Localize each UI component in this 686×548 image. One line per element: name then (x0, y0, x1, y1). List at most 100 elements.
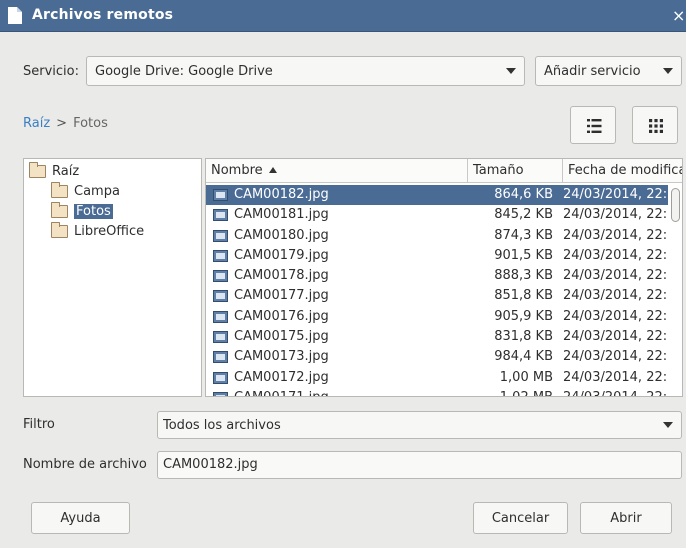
file-date: 24/03/2014, 22: (563, 207, 668, 223)
file-size: 851,8 KB (494, 288, 553, 304)
table-row[interactable]: CAM00177.jpg 851,8 KB 24/03/2014, 22: (206, 286, 668, 306)
service-combo[interactable]: Google Drive: Google Drive (86, 56, 525, 86)
close-icon[interactable]: × (672, 6, 686, 25)
file-name: CAM00177.jpg (234, 288, 329, 304)
add-service-button[interactable]: Añadir servicio (535, 56, 682, 86)
file-size: 845,2 KB (494, 207, 553, 223)
file-name: CAM00175.jpg (234, 329, 329, 345)
scrollbar-thumb[interactable] (671, 188, 680, 222)
file-size: 864,6 KB (494, 187, 553, 202)
table-row[interactable]: CAM00178.jpg 888,3 KB 24/03/2014, 22: (206, 266, 668, 286)
column-header-date[interactable]: Fecha de modifica (563, 159, 683, 183)
service-label: Servicio: (23, 64, 79, 79)
chevron-down-icon (506, 68, 516, 74)
image-file-icon (213, 391, 228, 396)
sort-ascending-icon (268, 167, 277, 173)
filename-label: Nombre de archivo (23, 457, 147, 472)
folder-icon (51, 202, 68, 218)
image-file-icon (213, 351, 228, 364)
image-file-icon (213, 270, 228, 283)
file-name: CAM00178.jpg (234, 268, 329, 284)
list-view-icon (587, 119, 602, 133)
file-size: 901,5 KB (494, 247, 553, 263)
column-header-label: Fecha de modifica (568, 163, 683, 178)
breadcrumb-current: Fotos (73, 116, 108, 131)
file-name: CAM00176.jpg (234, 308, 329, 324)
file-name: CAM00173.jpg (234, 349, 329, 365)
file-date: 24/03/2014, 22: (563, 388, 682, 396)
file-list-header: Nombre Tamaño Fecha de modifica (206, 159, 683, 183)
tree-item-label: Fotos (74, 204, 113, 219)
folder-icon (29, 162, 46, 178)
folder-tree[interactable]: Raíz Campa Fotos LibreOffice (23, 158, 202, 397)
folder-icon (51, 182, 68, 198)
table-row[interactable]: CAM00175.jpg 831,8 KB 24/03/2014, 22: (206, 327, 668, 347)
file-size: 905,9 KB (494, 308, 553, 324)
open-button[interactable]: Abrir (580, 502, 672, 534)
file-rows: CAM00182.jpg 864,6 KB 24/03/2014, 22: CAM00… (206, 185, 668, 396)
table-row[interactable]: CAM00176.jpg 905,9 KB 24/03/2014, 22: (206, 307, 668, 327)
cancel-button[interactable]: Cancelar (473, 502, 568, 534)
icon-view-button[interactable] (632, 106, 678, 144)
tree-item-libreoffice[interactable]: LibreOffice (51, 222, 144, 241)
file-name: CAM00172.jpg (234, 369, 329, 385)
file-date: 24/03/2014, 22: (563, 329, 668, 345)
file-name: CAM00182.jpg (234, 187, 329, 202)
file-date: 24/03/2014, 22: (563, 187, 668, 202)
image-file-icon (213, 189, 228, 201)
image-file-icon (213, 331, 228, 344)
file-name: CAM00181.jpg (234, 207, 329, 223)
breadcrumb: Raíz > Fotos (23, 116, 108, 131)
tree-item-root[interactable]: Raíz (29, 162, 79, 181)
list-view-button[interactable] (570, 106, 616, 144)
column-header-label: Tamaño (473, 163, 524, 178)
column-header-label: Nombre (211, 163, 263, 178)
file-size: 831,8 KB (494, 329, 553, 345)
file-date: 24/03/2014, 22: (563, 247, 668, 263)
filter-combo[interactable]: Todos los archivos (157, 411, 682, 439)
table-row[interactable]: CAM00180.jpg 874,3 KB 24/03/2014, 22: (206, 226, 668, 246)
add-service-label: Añadir servicio (544, 63, 641, 79)
image-file-icon (213, 229, 228, 242)
table-row[interactable]: CAM00182.jpg 864,6 KB 24/03/2014, 22: (206, 185, 668, 206)
filter-label: Filtro (23, 417, 55, 432)
filename-input[interactable]: CAM00182.jpg (157, 451, 682, 479)
window-title: Archivos remotos (32, 7, 174, 23)
image-file-icon (213, 310, 228, 323)
breadcrumb-root-link[interactable]: Raíz (23, 116, 50, 131)
image-file-icon (213, 209, 228, 222)
file-list[interactable]: Nombre Tamaño Fecha de modifica CAM00182… (205, 158, 683, 397)
filter-value: Todos los archivos (163, 417, 281, 433)
breadcrumb-separator: > (56, 116, 68, 131)
file-name: CAM00180.jpg (234, 227, 329, 243)
title-bar: Archivos remotos × (0, 0, 686, 32)
table-row[interactable]: CAM00171.jpg1,02 MB24/03/2014, 22: (206, 388, 668, 396)
file-date: 24/03/2014, 22: (563, 227, 668, 243)
table-row[interactable]: CAM00173.jpg 984,4 KB 24/03/2014, 22: (206, 347, 668, 367)
image-file-icon (213, 371, 228, 384)
file-date: 24/03/2014, 22: (563, 288, 668, 304)
table-row[interactable]: CAM00181.jpg 845,2 KB 24/03/2014, 22: (206, 205, 668, 225)
vertical-scrollbar[interactable] (670, 185, 682, 395)
file-size: 984,4 KB (494, 349, 553, 365)
document-icon (8, 7, 22, 24)
image-file-icon (213, 290, 228, 303)
table-row[interactable]: CAM00172.jpg 1,00 MB 24/03/2014, 22: (206, 368, 668, 388)
tree-item-fotos[interactable]: Fotos (51, 202, 113, 221)
icon-view-icon (649, 119, 663, 133)
chevron-down-icon (663, 422, 673, 428)
tree-item-campa[interactable]: Campa (51, 182, 120, 201)
column-header-size[interactable]: Tamaño (468, 159, 563, 183)
column-header-name[interactable]: Nombre (206, 159, 468, 183)
file-date: 24/03/2014, 22: (563, 349, 668, 365)
image-file-icon (213, 249, 228, 262)
chevron-down-icon (663, 68, 673, 74)
tree-item-label: Campa (74, 184, 120, 199)
help-button[interactable]: Ayuda (31, 502, 130, 534)
table-row[interactable]: CAM00179.jpg 901,5 KB 24/03/2014, 22: (206, 246, 668, 266)
file-date: 24/03/2014, 22: (563, 369, 668, 385)
file-name: CAM00171.jpg (234, 388, 329, 396)
tree-item-label: LibreOffice (74, 224, 145, 239)
file-size: 888,3 KB (494, 268, 553, 284)
tree-item-label: Raíz (52, 164, 80, 179)
